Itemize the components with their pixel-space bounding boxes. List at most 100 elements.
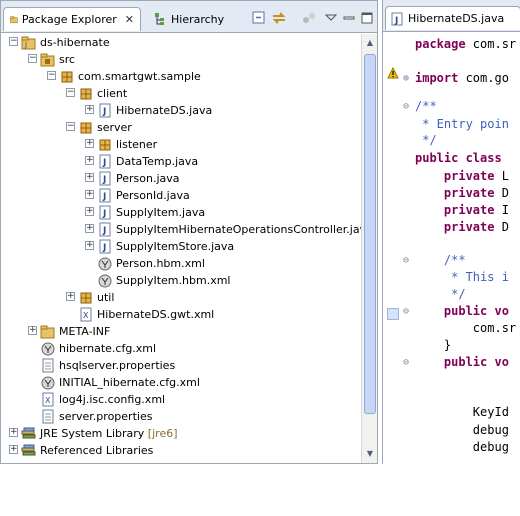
tree-item-com-smartgwt-sample[interactable]: − com.smartgwt.sample xyxy=(1,68,361,85)
fold-collapse-icon[interactable]: ⊖ xyxy=(403,252,409,269)
tree-item-supplyitemhibernateoperationscontroller-java[interactable]: + J SupplyItemHibernateOperationsControlle… xyxy=(1,221,373,238)
code-line-field-2[interactable]: private D xyxy=(415,185,509,202)
tab-hierarchy[interactable]: Hierarchy xyxy=(147,7,247,31)
expand-icon[interactable]: + xyxy=(85,156,94,165)
code-line-debug-1[interactable]: debug xyxy=(415,422,509,439)
fold-collapse-icon[interactable]: ⊖ xyxy=(403,98,409,115)
tree-item-initial-hibernate-cfg-xml[interactable]: INITIAL_hibernate.cfg.xml xyxy=(1,374,361,391)
code-line-import[interactable]: import com.go xyxy=(415,70,509,87)
code-line-field-1[interactable]: private L xyxy=(415,168,509,185)
tree-item-label: SupplyItemHibernateOperationsController.… xyxy=(116,223,373,236)
tree-item-hibernateds-gwt-xml[interactable]: X HibernateDS.gwt.xml xyxy=(1,306,361,323)
expand-icon[interactable]: + xyxy=(85,190,94,199)
tree-item-person-hbm-xml[interactable]: Person.hbm.xml xyxy=(1,255,361,272)
expand-icon[interactable]: + xyxy=(85,105,94,114)
code-line-class[interactable]: public class xyxy=(415,150,509,167)
tree-vertical-scrollbar[interactable]: ▲ ▼ xyxy=(361,34,377,463)
tree-item-meta-inf[interactable]: + META-INF xyxy=(1,323,361,340)
code-line-close-1[interactable]: } xyxy=(415,337,451,354)
fold-collapse-icon[interactable]: ⊖ xyxy=(403,303,409,320)
tree-item-person-java[interactable]: + J Person.java xyxy=(1,170,361,187)
minimize-icon[interactable] xyxy=(341,11,357,25)
code-line-method-2[interactable]: public vo xyxy=(415,354,509,371)
expand-icon[interactable]: + xyxy=(9,445,18,454)
java-editor: J HibernateDS.java package com.sr import … xyxy=(382,0,520,464)
collapse-all-icon[interactable] xyxy=(251,11,267,25)
collapse-icon[interactable]: − xyxy=(66,88,75,97)
expand-icon[interactable]: + xyxy=(85,224,94,233)
code-line-package[interactable]: package com.sr xyxy=(415,36,516,53)
collapse-icon[interactable]: − xyxy=(9,37,18,46)
tree-item-src[interactable]: − src xyxy=(1,51,361,68)
svg-text:J: J xyxy=(394,16,398,26)
tree-item-hibernateds-java[interactable]: + J HibernateDS.java xyxy=(1,102,361,119)
package-icon xyxy=(61,71,73,83)
code-line-keyid[interactable]: KeyId xyxy=(415,404,509,421)
collapse-icon[interactable]: − xyxy=(47,71,56,80)
code-token: KeyId xyxy=(415,405,509,419)
code-token: public vo xyxy=(415,355,509,369)
code-token: I xyxy=(494,203,509,217)
tree-item-label: META-INF xyxy=(59,325,111,338)
scrollbar-thumb[interactable] xyxy=(364,54,376,414)
tab-package-explorer[interactable]: Package Explorer ✕ xyxy=(3,7,141,31)
close-icon[interactable]: ✕ xyxy=(125,13,134,26)
expand-icon[interactable]: + xyxy=(85,207,94,216)
code-token: D xyxy=(494,220,509,234)
scroll-up-icon[interactable]: ▲ xyxy=(364,36,376,50)
expand-icon[interactable]: + xyxy=(85,173,94,182)
tree-item-label: ds-hibernate xyxy=(40,36,110,49)
fold-collapse-icon[interactable]: ⊖ xyxy=(403,354,409,371)
tree-item-listener[interactable]: + listener xyxy=(1,136,361,153)
tree-item-referenced-libraries[interactable]: + Referenced Libraries xyxy=(1,442,361,459)
code-line-field-3[interactable]: private I xyxy=(415,202,509,219)
tree-item-personid-java[interactable]: + J PersonId.java xyxy=(1,187,361,204)
code-line-field-4[interactable]: private D xyxy=(415,219,509,236)
code-line-doc2-open[interactable]: /** xyxy=(415,252,466,269)
tree-item-hibernate-cfg-xml[interactable]: hibernate.cfg.xml xyxy=(1,340,361,357)
tree-item-server-properties[interactable]: server.properties xyxy=(1,408,361,425)
code-token: */ xyxy=(415,133,437,147)
code-token: public class xyxy=(415,151,509,165)
code-line-javadoc-open[interactable]: /** xyxy=(415,98,437,115)
expand-icon[interactable]: + xyxy=(66,292,75,301)
collapse-icon[interactable]: − xyxy=(66,122,75,131)
code-line-body-1[interactable]: com.sr xyxy=(415,320,516,337)
svg-text:J: J xyxy=(102,158,106,168)
tree-item-label: hibernate.cfg.xml xyxy=(59,342,157,355)
text-file-icon xyxy=(42,409,54,424)
tree-item-supplyitem-hbm-xml[interactable]: SupplyItem.hbm.xml xyxy=(1,272,361,289)
tree-item-supplyitem-java[interactable]: + J SupplyItem.java xyxy=(1,204,361,221)
code-line-entry-point[interactable]: * Entry poin xyxy=(415,116,509,133)
tree-item-jre-system-library[interactable]: + JRE System Library [jre6] xyxy=(1,425,361,442)
code-line-debug-2[interactable]: debug xyxy=(415,439,509,456)
hibernate-xml-icon xyxy=(98,274,112,288)
scroll-down-icon[interactable]: ▼ xyxy=(364,447,376,461)
code-area[interactable]: package com.sr import com.go ⊕ /** ⊖ * Entry… xyxy=(383,32,520,464)
code-line-javadoc-close[interactable]: */ xyxy=(415,132,437,149)
tree-item-ds-hibernate[interactable]: − Jds-hibernate xyxy=(1,34,361,51)
tree-item-hsqlserver-properties[interactable]: hsqlserver.properties xyxy=(1,357,361,374)
code-line-doc2-close[interactable]: */ xyxy=(415,286,465,303)
expand-icon[interactable]: + xyxy=(28,326,37,335)
expand-icon[interactable]: + xyxy=(9,428,18,437)
code-line-method-1[interactable]: public vo xyxy=(415,303,509,320)
tree-item-supplyitemstore-java[interactable]: + J SupplyItemStore.java xyxy=(1,238,361,255)
tree-item-log4j-isc-config-xml[interactable]: Xlog4j.isc.config.xml xyxy=(1,391,361,408)
tree-item-util[interactable]: + util xyxy=(1,289,361,306)
link-editor-icon[interactable] xyxy=(271,11,287,25)
tree-item-datatemp-java[interactable]: + J DataTemp.java xyxy=(1,153,361,170)
maximize-icon[interactable] xyxy=(359,11,375,25)
tree-item-client[interactable]: − client xyxy=(1,85,361,102)
expand-icon[interactable]: + xyxy=(85,241,94,250)
editor-tab-hibernateds-java[interactable]: J HibernateDS.java xyxy=(385,6,520,30)
view-menu-icon[interactable] xyxy=(323,11,339,25)
fold-expand-icon[interactable]: ⊕ xyxy=(403,70,409,87)
collapse-icon[interactable]: − xyxy=(28,54,37,63)
code-line-this-is[interactable]: * This i xyxy=(415,269,509,286)
tree-item-server[interactable]: − server xyxy=(1,119,361,136)
package-icon xyxy=(80,292,92,304)
tree-item-label: SupplyItem.java xyxy=(116,206,206,219)
focus-icon[interactable] xyxy=(301,11,317,25)
expand-icon[interactable]: + xyxy=(85,139,94,148)
